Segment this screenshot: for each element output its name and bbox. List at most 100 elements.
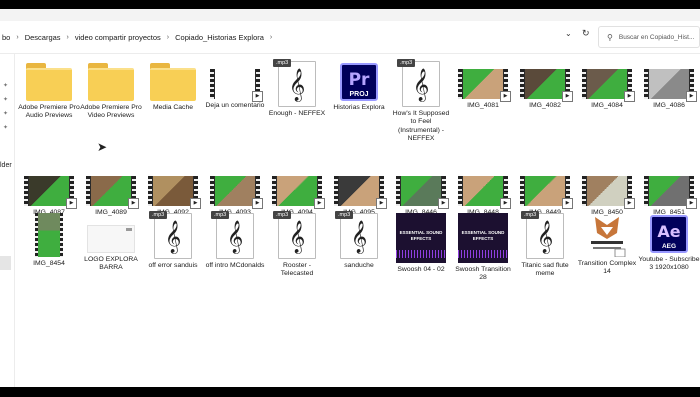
file-name-label: Youtube - Subscribe 3 1920x1080 — [638, 256, 700, 272]
breadcrumb-item[interactable]: video compartir proyectos — [73, 33, 163, 42]
audio-file-icon: .mp3 𝄞 — [273, 211, 316, 259]
video-thumbnail: ▶ — [582, 69, 635, 102]
video-thumbnail: ▶ — [24, 176, 77, 209]
file-item[interactable]: .mp3 𝄞 Enough - NEFFEX — [266, 59, 328, 118]
file-item[interactable]: ESSENTIAL SOUND EFFECTS Swoosh 04 - 02 — [390, 213, 452, 274]
file-item[interactable]: ▶IMG_4087 — [18, 168, 80, 217]
app-icon-extension: AEG — [661, 243, 677, 250]
audio-file-icon: .mp3 𝄞 — [273, 59, 316, 107]
premiere-project-icon: Pr PROJ — [340, 63, 378, 101]
video-thumbnail: ▶ — [396, 176, 449, 209]
toolbar-divider — [0, 53, 700, 54]
sound-effect-thumbnail — [587, 213, 627, 258]
file-item[interactable]: .mp3 𝄞 Titanic sad flute meme — [514, 211, 576, 279]
video-thumbnail: ▶ — [210, 69, 263, 102]
navigation-pane[interactable]: ✦ ✦ ✦ ✦ lder — [0, 54, 15, 387]
file-item[interactable]: ▶IMG_4095 — [328, 168, 390, 217]
video-thumbnail: ▶ — [458, 69, 511, 102]
file-item[interactable]: ▶ IMG_4081 — [452, 61, 514, 110]
file-item[interactable]: ▶IMG_8446 — [390, 168, 452, 217]
file-name-label: Adobe Premiere Pro Audio Previews — [18, 104, 80, 120]
video-thumbnail: ▶ — [520, 69, 573, 102]
file-item[interactable]: .mp3 𝄞 off error sanduis — [142, 211, 204, 270]
file-item[interactable]: ▶ IMG_4082 — [514, 61, 576, 110]
audio-file-icon: .mp3 𝄞 — [521, 211, 564, 259]
file-extension-badge: .mp3 — [273, 211, 292, 219]
video-thumbnail — [35, 213, 63, 257]
file-extension-badge: .mp3 — [273, 59, 292, 67]
file-name-label: Swoosh Transition 28 — [455, 266, 511, 282]
file-name-label: IMG_4086 — [653, 102, 685, 109]
music-note-icon: 𝄞 — [288, 68, 306, 101]
chevron-right-icon: › — [166, 33, 170, 41]
video-thumbnail: ▶ — [210, 176, 263, 209]
file-name-label: IMG_4084 — [591, 102, 623, 109]
app-icon-letters: Pr — [348, 70, 370, 90]
folder-item[interactable]: Adobe Premiere Pro Video Previews — [80, 61, 142, 121]
file-item[interactable]: ▶ IMG_4086 — [638, 61, 700, 110]
folder-icon — [88, 63, 134, 101]
file-name-label: IMG_4082 — [529, 102, 561, 109]
audio-file-icon: .mp3 𝄞 — [149, 211, 192, 259]
music-note-icon: 𝄞 — [412, 68, 430, 101]
file-item[interactable]: ▶ IMG_4084 — [576, 61, 638, 110]
video-thumbnail: ▶ — [272, 176, 325, 209]
file-item[interactable]: LOGO EXPLORA BARRA — [80, 213, 142, 273]
file-item[interactable]: Transition Complex 14 — [576, 213, 638, 277]
pin-icon: ✦ — [3, 83, 9, 89]
file-item[interactable]: ▶IMG_8449 — [514, 168, 576, 217]
music-note-icon: 𝄞 — [350, 220, 368, 253]
video-thumbnail: ▶ — [582, 176, 635, 209]
file-item[interactable]: ESSENTIAL SOUND EFFECTS Swoosh Transition… — [452, 213, 514, 283]
file-item[interactable]: .mp3 𝄞 How's It Supposed to Feel (Instrume… — [390, 59, 452, 144]
breadcrumb[interactable]: bo › Descargas › video compartir proyect… — [0, 29, 276, 45]
nav-item-selected[interactable] — [0, 256, 11, 270]
file-item[interactable]: Ae AEG Youtube - Subscribe 3 1920x1080 — [638, 213, 700, 273]
breadcrumb-item[interactable]: bo — [0, 33, 12, 42]
breadcrumb-item[interactable]: Descargas — [23, 33, 63, 42]
thumbnail-text: ESSENTIAL SOUND EFFECTS — [399, 230, 443, 241]
audio-file-icon: .mp3 𝄞 — [397, 59, 440, 107]
file-item[interactable]: ▶IMG_8448 — [452, 168, 514, 217]
file-extension-badge: .mp3 — [211, 211, 230, 219]
folder-icon — [150, 63, 196, 101]
sound-effect-thumbnail: ESSENTIAL SOUND EFFECTS — [458, 213, 508, 263]
folder-item[interactable]: Media Cache — [142, 61, 204, 112]
after-effects-project-icon: Ae AEG — [650, 215, 688, 253]
file-name-label: Historias Explora — [333, 104, 385, 111]
music-note-icon: 𝄞 — [226, 220, 244, 253]
file-item[interactable]: ▶ IMG_8450 — [576, 168, 638, 217]
file-item[interactable]: .mp3 𝄞 off intro MCdonalds — [204, 211, 266, 270]
file-item[interactable]: IMG_8454 — [18, 213, 80, 268]
file-extension-badge: .mp3 — [335, 211, 354, 219]
refresh-icon[interactable]: ↻ — [582, 28, 590, 39]
file-item[interactable]: .mp3 𝄞 Rooster - Telecasted — [266, 211, 328, 279]
chevron-down-icon[interactable]: ⌄ — [565, 29, 572, 38]
file-item[interactable]: Pr PROJ Historias Explora — [328, 61, 390, 112]
app-icon-letters: Ae — [657, 222, 681, 241]
image-thumbnail — [87, 225, 135, 253]
file-item[interactable]: .mp3 𝄞 sanduche — [328, 211, 390, 270]
search-icon: ⚲ — [607, 32, 613, 42]
file-item[interactable]: ▶ Deja un comentario — [204, 61, 266, 110]
file-item[interactable]: ▶ IMG_4089 — [80, 168, 142, 217]
search-input[interactable]: ⚲ Buscar en Copiado_Hist... — [598, 26, 700, 48]
breadcrumb-item[interactable]: Copiado_Historias Explora — [173, 33, 266, 42]
file-item[interactable]: ▶IMG_4092 — [142, 168, 204, 217]
video-thumbnail: ▶ — [520, 176, 573, 209]
folder-item[interactable]: Adobe Premiere Pro Audio Previews — [18, 61, 80, 121]
video-thumbnail: ▶ — [458, 176, 511, 209]
file-item[interactable]: ▶ IMG_8451 — [638, 168, 700, 217]
pin-icon: ✦ — [3, 111, 9, 117]
mouse-pointer-icon: ➤ — [97, 140, 108, 154]
file-name-label: LOGO EXPLORA BARRA — [84, 256, 138, 272]
file-name-label: IMG_4081 — [467, 102, 499, 109]
file-name-label: Transition Complex 14 — [577, 260, 637, 276]
file-item[interactable]: ▶IMG_4093 — [204, 168, 266, 217]
file-name-label: sanduche — [344, 262, 374, 269]
video-thumbnail: ▶ — [148, 176, 201, 209]
file-item[interactable]: ▶IMG_4094 — [266, 168, 328, 217]
music-note-icon: 𝄞 — [164, 220, 182, 253]
thumbnail-text: ESSENTIAL SOUND EFFECTS — [461, 230, 505, 241]
nav-item-label[interactable]: lder — [0, 162, 12, 169]
